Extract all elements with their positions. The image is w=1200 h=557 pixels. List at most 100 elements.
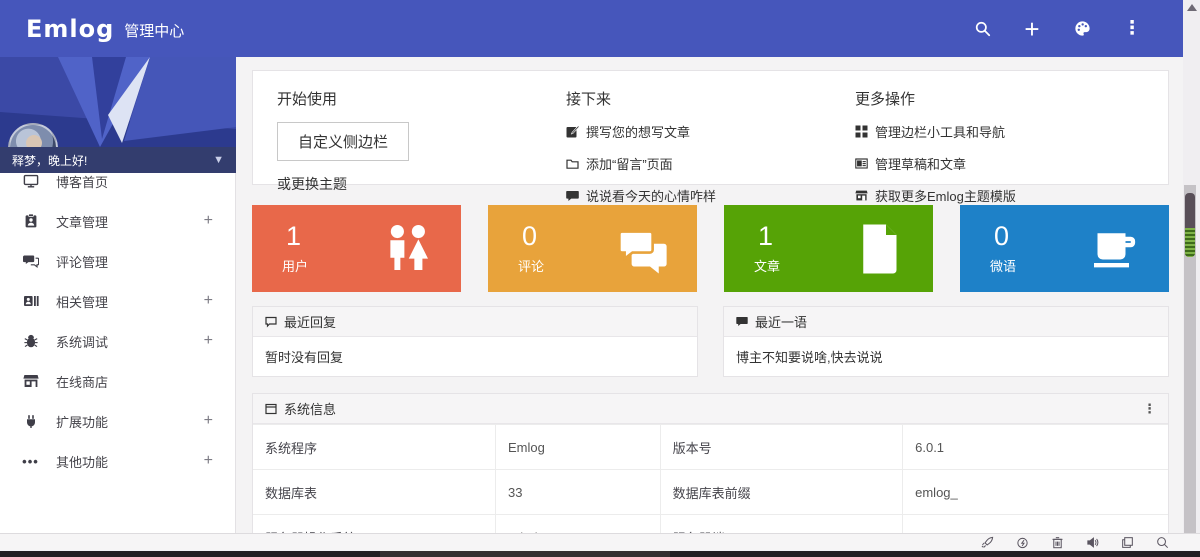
stat-card-users[interactable]: 1 用户 xyxy=(252,205,461,292)
expand-plus-icon[interactable]: + xyxy=(204,212,213,230)
sys-value: 80 xyxy=(903,515,1168,534)
rocket-icon[interactable] xyxy=(981,536,995,550)
chevron-down-icon: ▼ xyxy=(213,154,224,166)
comments-icon xyxy=(615,221,671,277)
scroll-up-icon[interactable] xyxy=(1187,4,1197,11)
recent-row: 最近回复 暂时没有回复 最近一语 博主不知要说啥,快去说说 xyxy=(252,306,1169,377)
articles-label: 文章 xyxy=(754,256,780,275)
search-icon[interactable] xyxy=(971,18,993,40)
sys-label: 数据库表 xyxy=(253,470,495,515)
weibo-count: 0 xyxy=(994,221,1009,252)
stat-card-articles[interactable]: 1 文章 xyxy=(724,205,933,292)
greeting-text: 释梦，晚上好! xyxy=(12,152,87,169)
palette-icon[interactable] xyxy=(1071,18,1093,40)
change-theme-link[interactable]: 或更换主题 xyxy=(277,174,566,194)
users-label: 用户 xyxy=(282,256,308,275)
user-greeting-dropdown[interactable]: 释梦，晚上好! ▼ xyxy=(0,147,236,173)
expand-plus-icon[interactable]: + xyxy=(204,332,213,350)
timer-icon[interactable] xyxy=(1016,536,1030,550)
widgets-icon xyxy=(855,125,868,138)
recent-replies-empty-text: 暂时没有回复 xyxy=(253,337,697,376)
users-count: 1 xyxy=(286,221,301,252)
weibo-label: 微语 xyxy=(990,256,1016,275)
sidebar-item-articles[interactable]: 文章管理 + xyxy=(0,201,235,241)
speaker-icon[interactable] xyxy=(1086,536,1100,550)
sys-label: 服务器端口 xyxy=(660,515,902,534)
system-info-table: 系统程序 Emlog 版本号 6.0.1 数据库表 33 数据库表前缀 emlo… xyxy=(253,424,1168,533)
plug-icon xyxy=(22,413,39,430)
sidebar-item-other[interactable]: ••• 其他功能 + xyxy=(0,441,235,481)
ellipsis-icon: ••• xyxy=(22,453,39,470)
content-scrollbar-track[interactable] xyxy=(1184,185,1196,533)
newspaper-icon xyxy=(855,157,868,170)
content-scrollbar-thumb[interactable] xyxy=(1185,193,1195,257)
store-icon xyxy=(855,189,868,202)
header-actions: + ⋮ xyxy=(971,18,1157,40)
sys-value: 33 xyxy=(495,470,660,515)
sidebar-nav: 博客首页 文章管理 + 评论管理 xyxy=(0,147,235,481)
window-icon xyxy=(265,403,277,415)
post-mood-link[interactable]: 说说看今天的心情咋样 xyxy=(566,186,855,205)
sidebar-item-extensions[interactable]: 扩展功能 + xyxy=(0,401,235,441)
sys-label: 服务器操作系统 xyxy=(253,515,495,534)
recent-words-text: 博主不知要说啥,快去说说 xyxy=(724,337,1168,376)
table-row: 系统程序 Emlog 版本号 6.0.1 xyxy=(253,425,1168,470)
welcome-start-column: 开始使用 自定义侧边栏 或更换主题 xyxy=(277,88,566,168)
comment-outline-icon xyxy=(265,316,277,328)
sys-value: Windows NT xyxy=(495,515,660,534)
stat-cards: 1 用户 0 评论 1 文章 xyxy=(252,205,1169,292)
manage-widgets-link[interactable]: 管理边栏小工具和导航 xyxy=(855,122,1144,141)
sidebar-item-store[interactable]: 在线商店 xyxy=(0,361,235,401)
trash-icon[interactable] xyxy=(1051,536,1065,550)
customize-sidebar-button[interactable]: 自定义侧边栏 xyxy=(277,122,409,161)
sys-value: emlog_ xyxy=(903,470,1168,515)
sys-label: 系统程序 xyxy=(253,425,495,470)
emlog-admin-screen: Emlog 管理中心 + ⋮ xyxy=(0,0,1200,557)
sidebar-item-debug[interactable]: 系统调试 + xyxy=(0,321,235,361)
clipboard-icon xyxy=(22,213,39,230)
magnifier-icon[interactable] xyxy=(1156,536,1170,550)
sys-value: Emlog xyxy=(495,425,660,470)
sidebar: 释梦，晚上好! ▼ 博客首页 文章管理 + xyxy=(0,57,236,533)
stat-card-comments[interactable]: 0 评论 xyxy=(488,205,697,292)
expand-plus-icon[interactable]: + xyxy=(204,452,213,470)
write-article-link[interactable]: 撰写您的想写文章 xyxy=(566,122,855,141)
comment-filled-icon xyxy=(736,316,748,328)
add-guestbook-page-link[interactable]: 添加“留言”页面 xyxy=(566,154,855,173)
recent-replies-panel: 最近回复 暂时没有回复 xyxy=(252,306,698,377)
sidebar-item-related[interactable]: 相关管理 + xyxy=(0,281,235,321)
browser-scrollbar[interactable] xyxy=(1183,0,1200,533)
recent-words-panel: 最近一语 博主不知要说啥,快去说说 xyxy=(723,306,1169,377)
table-row: 服务器操作系统 Windows NT 服务器端口 80 xyxy=(253,515,1168,534)
panel-more-icon[interactable]: ⋮ xyxy=(1143,401,1156,417)
add-icon[interactable]: + xyxy=(1021,18,1043,40)
bottom-toolbar xyxy=(0,533,1200,551)
articles-count: 1 xyxy=(758,221,773,252)
get-more-themes-link[interactable]: 获取更多Emlog主题模版 xyxy=(855,186,1144,205)
comment-icon xyxy=(566,189,579,202)
taskbar-strip xyxy=(0,551,1200,557)
article-icon xyxy=(851,221,907,277)
sidebar-item-comments[interactable]: 评论管理 xyxy=(0,241,235,281)
main-content: 开始使用 自定义侧边栏 或更换主题 接下来 撰写您的想写文章 添加“留言”页面 xyxy=(237,57,1183,533)
comments-icon xyxy=(22,253,39,270)
stat-card-weibo[interactable]: 0 微语 xyxy=(960,205,1169,292)
start-heading: 开始使用 xyxy=(277,88,566,109)
windows-icon[interactable] xyxy=(1121,536,1135,550)
expand-plus-icon[interactable]: + xyxy=(204,412,213,430)
sys-label: 数据库表前缀 xyxy=(660,470,902,515)
more-icon[interactable]: ⋮ xyxy=(1121,18,1143,40)
idcard-icon xyxy=(22,293,39,310)
recent-words-header: 最近一语 xyxy=(724,307,1168,337)
users-icon xyxy=(379,221,435,277)
bug-icon xyxy=(22,333,39,350)
more-heading: 更多操作 xyxy=(855,88,1144,109)
compose-icon xyxy=(566,125,579,138)
system-info-header: 系统信息 ⋮ xyxy=(253,394,1168,424)
expand-plus-icon[interactable]: + xyxy=(204,292,213,310)
sys-value: 6.0.1 xyxy=(903,425,1168,470)
manage-drafts-link[interactable]: 管理草稿和文章 xyxy=(855,154,1144,173)
system-info-panel: 系统信息 ⋮ 系统程序 Emlog 版本号 6.0.1 数据库表 33 数据库表… xyxy=(252,393,1169,533)
welcome-more-column: 更多操作 管理边栏小工具和导航 管理草稿和文章 获取更多Emlog主题模版 xyxy=(855,88,1144,168)
emlog-logo: Emlog xyxy=(26,15,114,43)
